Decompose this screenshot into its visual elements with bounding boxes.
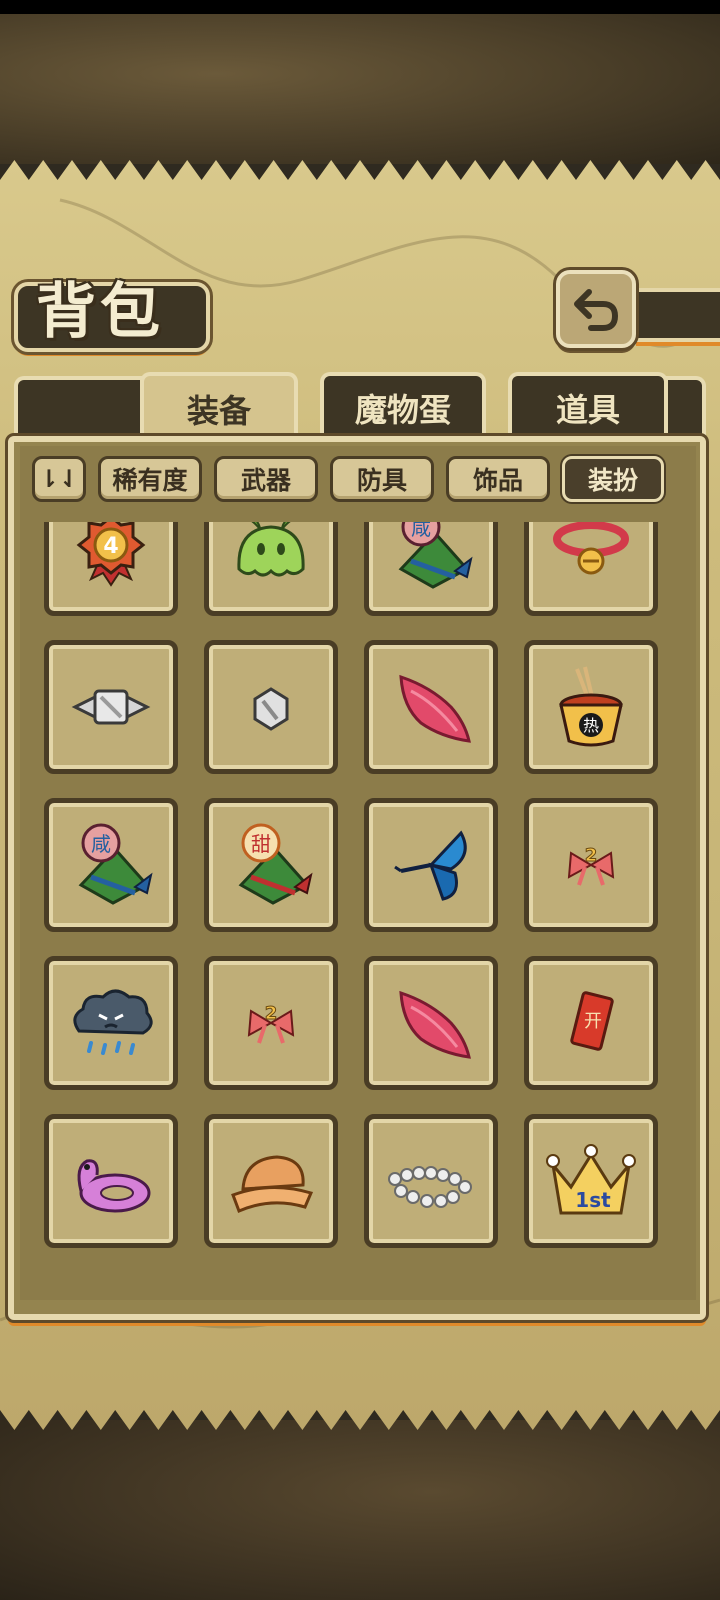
inventory-slot[interactable] [364, 798, 498, 932]
inventory-slot[interactable] [44, 956, 178, 1090]
inventory-slot[interactable]: 开 [524, 956, 658, 1090]
status-bar [0, 0, 720, 14]
inventory-slot[interactable] [44, 640, 178, 774]
pearl-necklace-icon [388, 1166, 472, 1208]
filter-armor[interactable]: 防具 [330, 456, 434, 502]
tab-items[interactable]: 道具 [508, 372, 668, 440]
inventory-slot[interactable]: 1st [524, 1114, 658, 1248]
back-button[interactable] [556, 270, 636, 348]
red-talisman-icon: 开 [570, 991, 614, 1051]
noodle-cup-icon: 热 [559, 666, 623, 747]
inventory-slot[interactable] [364, 640, 498, 774]
zongzi-salty-icon: 咸 [78, 823, 153, 905]
page-title: 背包 [36, 277, 164, 347]
inventory-slot[interactable]: 2 [204, 956, 338, 1090]
zongzi-salty-icon: 咸 [398, 522, 473, 589]
map-background-top [0, 14, 720, 164]
inventory-slot[interactable]: 4 [44, 522, 178, 616]
zongzi-sweet-icon: 甜 [238, 823, 313, 905]
back-arrow-icon [574, 289, 619, 331]
inventory-grid: 4 咸 热 咸 甜 2 2 开 1st [26, 522, 690, 1280]
bow-2-icon: 2 [567, 845, 615, 886]
inventory-slot[interactable]: 热 [524, 640, 658, 774]
bow-2-icon: 2 [247, 1003, 295, 1044]
medal-4-icon: 4 [76, 522, 146, 587]
noodle-badge-text: 热 [583, 716, 599, 735]
tab-items-label: 道具 [555, 391, 620, 429]
medal-number-text: 4 [103, 534, 118, 559]
talisman-text: 开 [584, 1011, 602, 1032]
filter-costume[interactable]: 装扮 [562, 456, 664, 502]
silver-wing-badge-icon [71, 689, 151, 725]
gold-crown-1st-icon: 1st [546, 1144, 636, 1215]
inventory-slot[interactable] [204, 522, 338, 616]
filter-armor-label: 防具 [356, 466, 407, 495]
tab-bar-right-stub [664, 376, 706, 436]
inventory-slot[interactable]: 咸 [364, 522, 498, 616]
silver-gem-icon [253, 687, 289, 731]
straw-hat-icon [231, 1155, 314, 1214]
pink-swim-ring-icon [77, 1159, 151, 1213]
map-background-bottom [0, 1420, 720, 1600]
filter-costume-label: 装扮 [587, 466, 638, 495]
sweet-badge-text: 甜 [251, 832, 271, 856]
tab-equipment-label: 装备 [186, 392, 251, 430]
salty-badge-text: 咸 [91, 832, 111, 856]
back-button-bar [636, 288, 720, 342]
rain-cloud-icon [73, 989, 153, 1055]
tab-monster-egg-label: 魔物蛋 [354, 391, 451, 429]
blue-butterfly-icon [394, 830, 467, 901]
salty-badge-text: 咸 [411, 522, 431, 540]
pink-tutu-icon [399, 990, 471, 1059]
inventory-slot[interactable] [364, 956, 498, 1090]
tab-equipment[interactable]: 装备 [140, 372, 298, 442]
filter-rarity-label: 稀有度 [112, 466, 188, 495]
inventory-slot[interactable] [524, 522, 658, 616]
tab-bar-left-stub [14, 376, 144, 436]
svg-text:2: 2 [265, 1003, 278, 1024]
sort-icon: ⇂⇃ [38, 465, 80, 493]
green-slime-hat-icon [237, 522, 305, 577]
inventory-slot[interactable]: 2 [524, 798, 658, 932]
filter-rarity[interactable]: 稀有度 [98, 456, 202, 502]
inventory-slot[interactable]: 甜 [204, 798, 338, 932]
crown-text: 1st [575, 1188, 611, 1212]
svg-text:2: 2 [585, 845, 598, 866]
inventory-slot[interactable] [204, 1114, 338, 1248]
inventory-slot[interactable]: 咸 [44, 798, 178, 932]
tab-monster-egg[interactable]: 魔物蛋 [320, 372, 486, 440]
filter-weapon-label: 武器 [240, 466, 291, 495]
pink-tutu-icon [399, 674, 471, 743]
filter-accessory-label: 饰品 [472, 466, 523, 495]
sort-toggle-button[interactable]: ⇂⇃ [32, 456, 86, 502]
inventory-slot[interactable] [44, 1114, 178, 1248]
filter-accessory[interactable]: 饰品 [446, 456, 550, 502]
cat-bell-collar-icon [553, 522, 629, 575]
filter-weapon[interactable]: 武器 [214, 456, 318, 502]
inventory-slot[interactable] [364, 1114, 498, 1248]
inventory-slot[interactable] [204, 640, 338, 774]
